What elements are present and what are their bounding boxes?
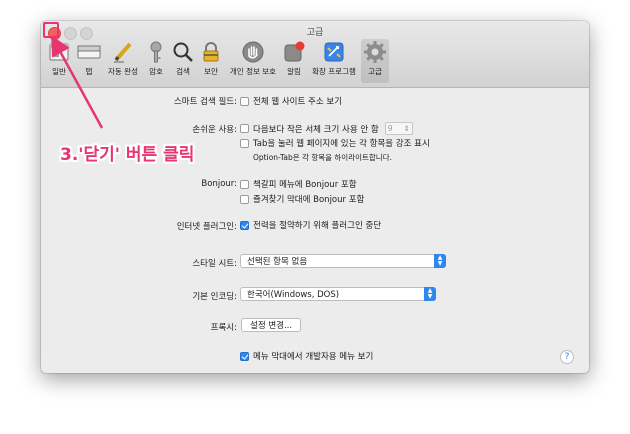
annotation-arrow-icon [51,35,104,129]
annotation-text: 3.'닫기' 버튼 클릭 [60,145,195,165]
